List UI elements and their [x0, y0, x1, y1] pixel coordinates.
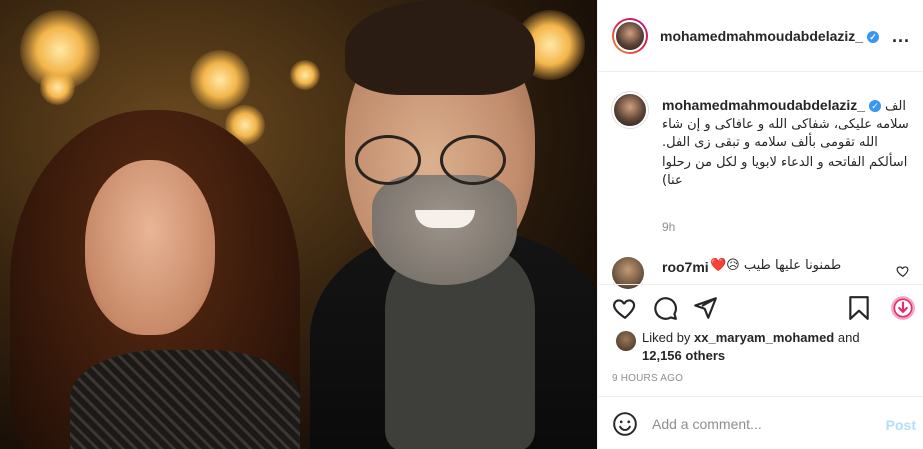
caption-timestamp[interactable]: 9h	[662, 220, 675, 234]
glasses-right-lens	[440, 135, 506, 185]
action-bar	[598, 284, 923, 330]
bokeh-light	[290, 60, 320, 90]
liker-username[interactable]: xx_maryam_mohamed	[694, 330, 834, 345]
post-time-ago[interactable]: 9 HOURS AGO	[612, 373, 683, 384]
caption-line-3: اسألكم الفاتحه و الدعاء لابويا و لكل من …	[662, 155, 908, 188]
woman-dress	[70, 350, 300, 449]
post-side-panel: mohamedmahmoudabdelaziz_ ✓ ... mohamedmah…	[597, 0, 923, 449]
caption-line-2: سلامه عليكى، شفاكى الله و عافاكى و إن شا…	[662, 117, 909, 150]
comment-row: roo7mi طمنونا عليها طيب 😥❤️	[612, 255, 910, 289]
more-options-icon[interactable]: ...	[892, 26, 910, 47]
man-smile	[415, 210, 475, 228]
post-comment-button[interactable]: Post	[886, 417, 916, 433]
commenter-username[interactable]: roo7mi	[662, 259, 709, 275]
bokeh-light	[40, 70, 75, 105]
heart-icon[interactable]	[612, 295, 638, 321]
add-comment-input[interactable]	[652, 411, 862, 437]
smiley-icon[interactable]	[612, 411, 638, 437]
comment-like-heart-icon[interactable]	[896, 264, 910, 278]
likes-summary: Liked by xx_maryam_mohamed and 12,156 ot…	[612, 329, 912, 365]
post-photo[interactable]	[0, 0, 597, 449]
author-username[interactable]: mohamedmahmoudabdelaziz_ ✓	[660, 28, 880, 44]
bokeh-light	[190, 50, 250, 110]
caption-line-1: الف	[884, 99, 906, 114]
caption-text: mohamedmahmoudabdelaziz_ ✓ الف سلامه عليك…	[662, 96, 912, 190]
download-icon[interactable]	[890, 295, 916, 321]
verified-badge-icon: ✓	[867, 30, 880, 43]
liker-avatar[interactable]	[616, 331, 636, 351]
caption-avatar[interactable]	[612, 92, 648, 128]
post-header: mohamedmahmoudabdelaziz_ ✓ ...	[598, 0, 923, 72]
verified-badge-icon: ✓	[869, 100, 882, 113]
likes-text: Liked by xx_maryam_mohamed and 12,156 ot…	[642, 329, 902, 365]
likes-and: and	[834, 330, 860, 345]
woman-face	[85, 160, 215, 335]
comment-icon[interactable]	[652, 295, 678, 321]
man-hair	[345, 0, 535, 95]
author-avatar[interactable]	[612, 17, 648, 54]
caption-username[interactable]: mohamedmahmoudabdelaziz_	[662, 97, 865, 113]
glasses-left-lens	[355, 135, 421, 185]
paper-plane-icon[interactable]	[692, 295, 718, 321]
comment-text: طمنونا عليها طيب 😥❤️	[710, 258, 842, 273]
likes-count[interactable]: 12,156 others	[642, 348, 725, 363]
add-comment-bar: Post	[598, 396, 923, 449]
likes-prefix: Liked by	[642, 330, 695, 345]
bookmark-icon[interactable]	[846, 295, 872, 321]
man-beard	[372, 175, 517, 285]
